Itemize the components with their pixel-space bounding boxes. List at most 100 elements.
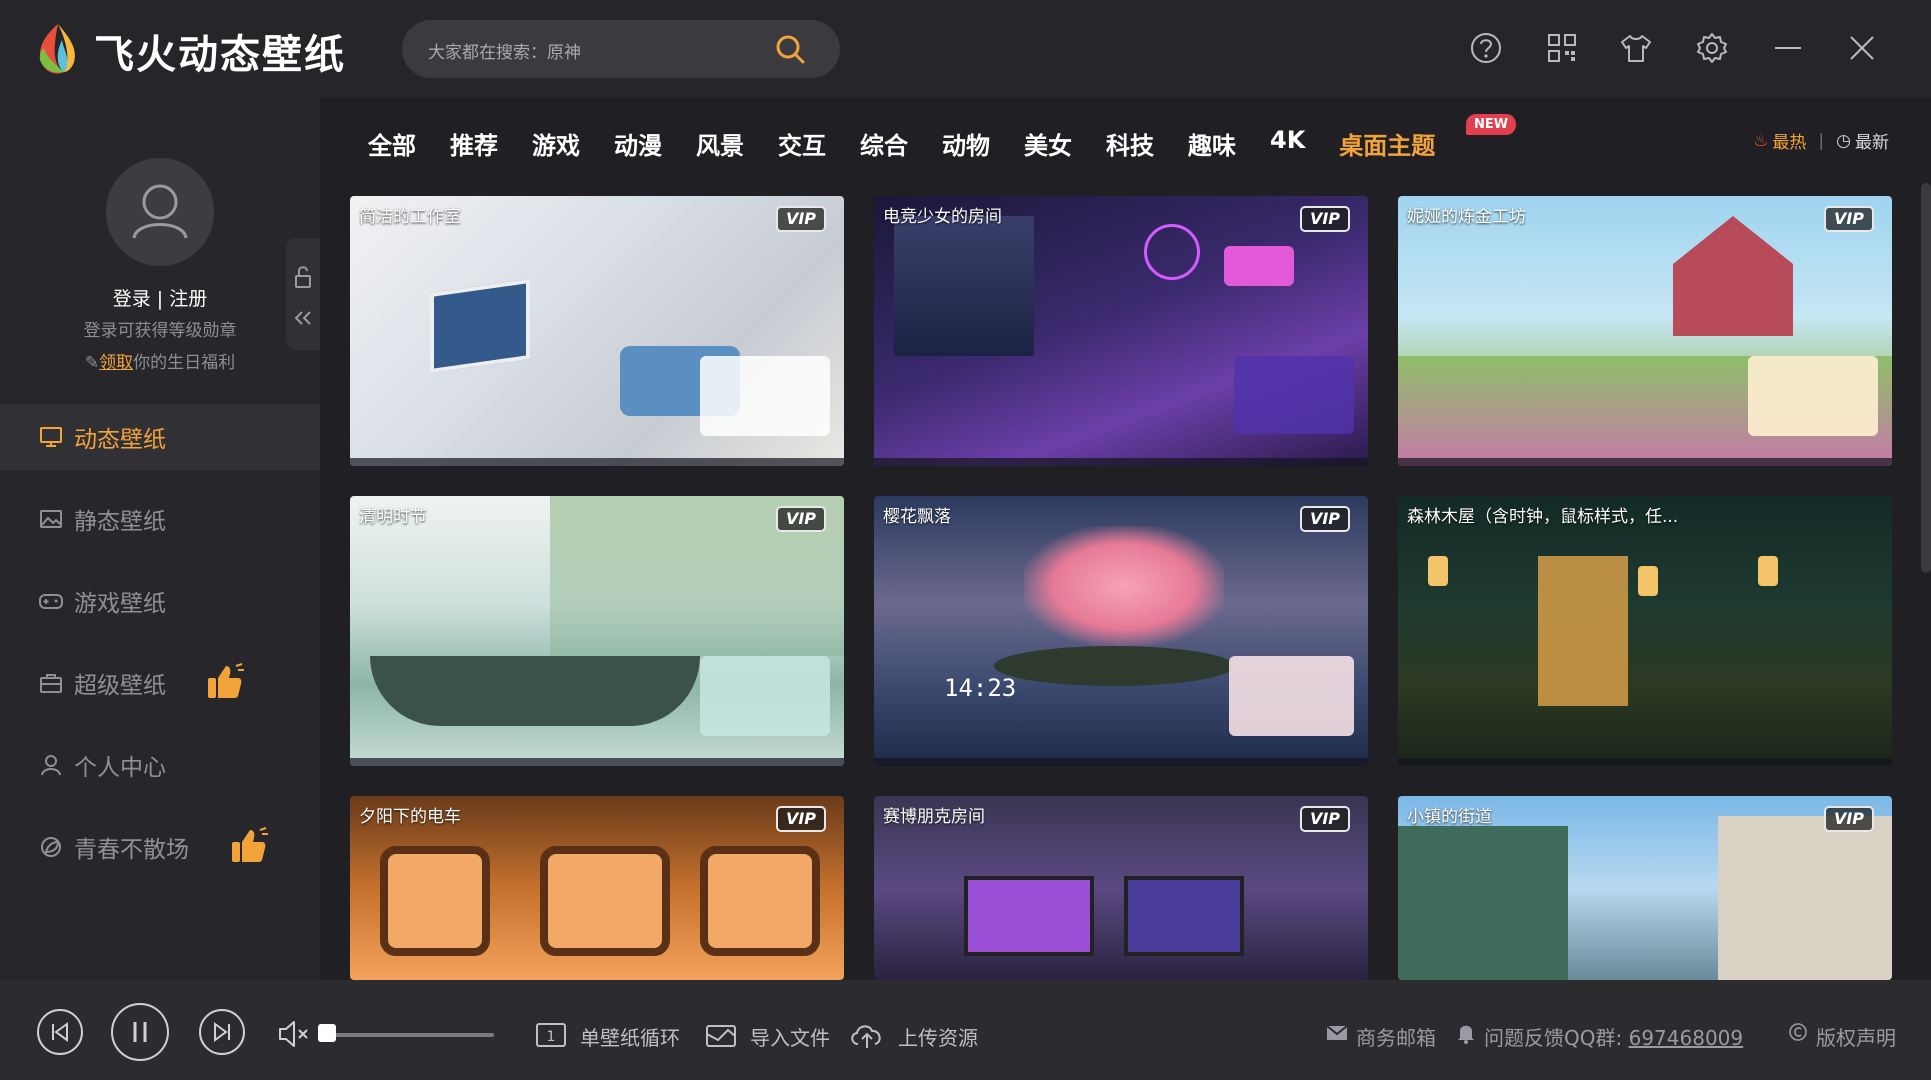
wallpaper-card[interactable]: 清明时节 VIP <box>350 496 844 766</box>
vip-badge: VIP <box>1824 206 1874 232</box>
image-icon <box>40 510 62 528</box>
icon-panel <box>700 656 830 736</box>
scene-monitor <box>1124 876 1244 956</box>
vip-badge: VIP <box>1824 806 1874 832</box>
user-icon <box>41 755 61 776</box>
tab-all[interactable]: 全部 <box>368 126 416 166</box>
skin-shirt-icon[interactable] <box>1618 30 1654 66</box>
previous-icon[interactable] <box>36 1008 84 1056</box>
scene-lantern <box>1638 566 1658 596</box>
vip-badge: VIP <box>1300 206 1350 232</box>
new-badge: NEW <box>1466 114 1517 135</box>
tab-anime[interactable]: 动漫 <box>614 126 662 166</box>
birthday-text: 你的生日福利 <box>133 353 236 373</box>
wallpaper-clock: 14:23 <box>944 674 1017 702</box>
sidebar-item-label: 青春不散场 <box>74 837 189 863</box>
leaf-icon <box>41 837 61 857</box>
minimize-icon[interactable] <box>1770 30 1806 66</box>
card-title: 清明时节 <box>359 507 427 527</box>
scene-island <box>994 646 1234 686</box>
app-window: 飞火动态壁纸 大家都在搜索：原神 登录 | 注册 登录可获得等级勋章 ✎领取你的… <box>0 0 1931 1080</box>
tab-game[interactable]: 游戏 <box>532 126 580 166</box>
clock-icon: ◷ <box>1836 130 1851 151</box>
app-title: 飞火动态壁纸 <box>94 32 346 78</box>
birthday-promo: ✎领取你的生日福利 <box>0 348 320 373</box>
tab-scenery[interactable]: 风景 <box>696 126 744 166</box>
scrollbar[interactable] <box>1921 183 1931 573</box>
qq-group-link[interactable]: 697468009 <box>1629 1026 1744 1050</box>
login-register-link[interactable]: 登录 | 注册 <box>0 284 320 311</box>
sidebar-item-static[interactable]: 静态壁纸 <box>0 486 320 552</box>
tab-beauty[interactable]: 美女 <box>1024 126 1072 166</box>
wallpaper-card[interactable]: 小镇的街道 VIP <box>1398 796 1892 980</box>
scene-tram-window <box>540 846 670 956</box>
user-avatar-icon <box>132 184 188 239</box>
avatar[interactable] <box>106 158 214 266</box>
pause-icon[interactable] <box>110 1002 170 1062</box>
level-hint: 登录可获得等级勋章 <box>83 321 237 341</box>
sidebar-item-game[interactable]: 游戏壁纸 <box>0 568 320 634</box>
wallpaper-card[interactable]: 电竞少女的房间 VIP <box>874 196 1368 466</box>
wallpaper-card[interactable]: 简洁的工作室 VIP <box>350 196 844 466</box>
tab-general[interactable]: 综合 <box>860 126 908 166</box>
wallpaper-card[interactable]: 赛博朋克房间 VIP <box>874 796 1368 980</box>
wallpaper-card[interactable]: 妮娅的炼金工坊 VIP <box>1398 196 1892 466</box>
upload-resource-button[interactable]: 上传资源 <box>898 1022 978 1051</box>
scene-hex-lights <box>1224 246 1294 286</box>
next-icon[interactable] <box>198 1008 246 1056</box>
qrcode-icon[interactable] <box>1544 30 1580 66</box>
settings-gear-icon[interactable] <box>1694 30 1730 66</box>
wallpaper-card[interactable]: 森林木屋（含时钟，鼠标样式，任... <box>1398 496 1892 766</box>
volume-mute-icon[interactable] <box>276 1018 312 1050</box>
vip-badge: VIP <box>776 206 826 232</box>
wallpaper-card[interactable]: 夕阳下的电车 VIP <box>350 796 844 980</box>
lock-icon[interactable] <box>286 238 320 350</box>
sidebar-collapse-tab[interactable] <box>286 238 320 350</box>
gamepad-icon <box>39 594 63 609</box>
loop-icon[interactable]: 1 <box>534 1020 568 1050</box>
wallpaper-card[interactable]: 14:23 樱花飘落 VIP <box>874 496 1368 766</box>
scene-window <box>894 216 1034 356</box>
search-icon[interactable] <box>774 33 806 65</box>
tab-desktop-theme[interactable]: 桌面主题 <box>1339 126 1435 166</box>
card-title: 森林木屋（含时钟，鼠标样式，任... <box>1407 507 1679 527</box>
sort-divider: | <box>1818 130 1825 151</box>
monitor-icon <box>40 427 62 447</box>
business-email-link[interactable]: 商务邮箱 <box>1356 1022 1436 1051</box>
card-title: 小镇的街道 <box>1407 807 1492 827</box>
bell-icon <box>1458 1025 1474 1044</box>
sidebar-item-label: 动态壁纸 <box>74 427 166 453</box>
sidebar: 登录 | 注册 登录可获得等级勋章 ✎领取你的生日福利 动态壁纸 静态壁纸 游戏… <box>0 98 320 980</box>
volume-slider-handle[interactable] <box>318 1024 336 1042</box>
sort-hot[interactable]: 最热 <box>1772 128 1806 153</box>
loop-mode-button[interactable]: 单壁纸循环 <box>580 1022 680 1051</box>
search-input[interactable]: 大家都在搜索：原神 <box>428 38 581 63</box>
sort-latest[interactable]: 最新 <box>1855 128 1889 153</box>
sidebar-item-personal[interactable]: 个人中心 <box>0 732 320 798</box>
volume-slider[interactable] <box>322 1033 494 1037</box>
sidebar-item-super[interactable]: 超级壁纸 <box>0 650 320 716</box>
thumbs-up-icon <box>208 663 244 698</box>
search-box[interactable]: 大家都在搜索：原神 <box>402 20 840 78</box>
scene-lantern <box>1758 556 1778 586</box>
tab-fun[interactable]: 趣味 <box>1188 126 1236 166</box>
edit-icon: ✎ <box>84 353 100 373</box>
tab-animal[interactable]: 动物 <box>942 126 990 166</box>
help-icon[interactable] <box>1468 30 1504 66</box>
thumbs-up-icon <box>232 827 268 862</box>
tab-4k[interactable]: 4K <box>1270 126 1305 166</box>
import-file-button[interactable]: 导入文件 <box>750 1022 830 1051</box>
tab-interactive[interactable]: 交互 <box>778 126 826 166</box>
copyright-link[interactable]: 版权声明 <box>1816 1022 1896 1051</box>
tab-tech[interactable]: 科技 <box>1106 126 1154 166</box>
upload-cloud-icon[interactable] <box>848 1018 886 1052</box>
tab-recommend[interactable]: 推荐 <box>450 126 498 166</box>
import-folder-icon[interactable] <box>704 1020 738 1050</box>
sidebar-item-youth[interactable]: 青春不散场 <box>0 814 320 880</box>
copyright-icon <box>1789 1023 1807 1041</box>
sidebar-item-dynamic[interactable]: 动态壁纸 <box>0 404 320 470</box>
close-icon[interactable] <box>1844 30 1880 66</box>
birthday-claim-link[interactable]: 领取 <box>99 353 133 373</box>
scene-lit-door <box>1538 556 1628 706</box>
scene-boat <box>370 656 700 726</box>
